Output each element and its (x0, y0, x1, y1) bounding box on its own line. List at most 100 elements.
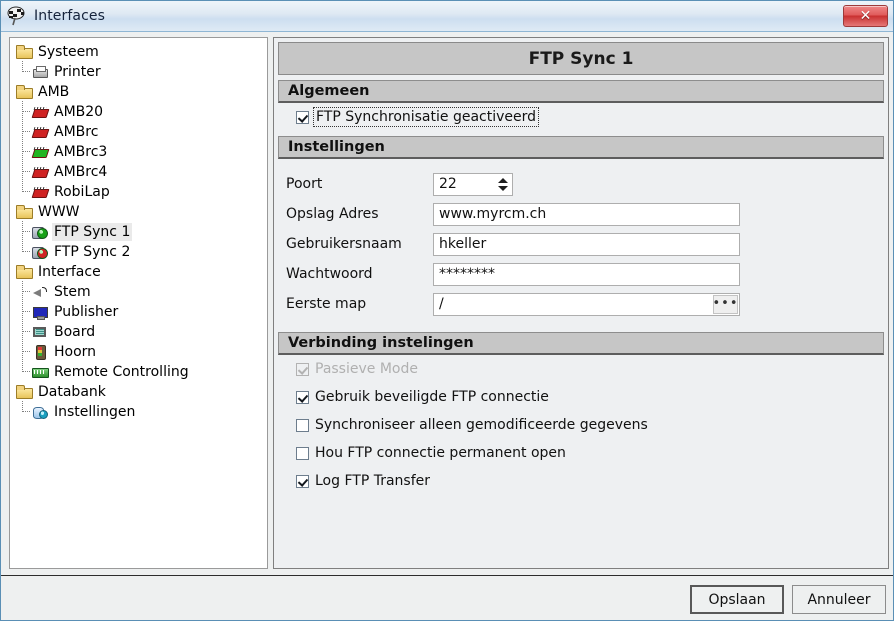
cancel-button[interactable]: Annuleer (792, 585, 886, 614)
label-gebruikersnaam: Gebruikersnaam (286, 236, 402, 252)
tree-item-label: AMBrc (54, 124, 99, 140)
folder-icon (16, 384, 33, 400)
tree-item-board[interactable]: Board (14, 321, 267, 342)
label-poort: Poort (286, 176, 323, 192)
label-eerste-map: Eerste map (286, 296, 367, 312)
traffic-light-icon (32, 344, 48, 360)
tree-items: Systeem Printer AMB AMB20 AMBrc AMBrc3 AMBrc4 R… (10, 38, 267, 422)
poort-stepper[interactable]: 22 (433, 172, 513, 196)
ftp-enabled-label: FTP Synchronisatie geactiveerd (312, 107, 540, 127)
close-glyph: ✕ (859, 8, 872, 24)
label-opslag-adres: Opslag Adres (286, 206, 379, 222)
tree-item-label: AMBrc3 (54, 144, 108, 160)
close-icon[interactable]: ✕ (843, 5, 888, 27)
chevron-up-icon[interactable] (497, 177, 508, 183)
folder-icon (16, 84, 33, 100)
option-checkbox-1[interactable] (296, 390, 309, 404)
field-row-eerste-map: Eerste map / ••• (274, 289, 888, 319)
dialog-footer: Opslaan Annuleer (1, 575, 893, 620)
option-checkbox-3[interactable] (296, 446, 309, 460)
poort-stepper-arrows[interactable] (494, 173, 511, 195)
tree-item-hoorn[interactable]: Hoorn (14, 341, 267, 362)
tree-item-label: AMBrc4 (54, 164, 108, 180)
tree-item-ambrc3[interactable]: AMBrc3 (14, 141, 267, 162)
tree-item-systeem[interactable]: Systeem (14, 42, 267, 62)
interfaces-tree[interactable]: Systeem Printer AMB AMB20 AMBrc AMBrc3 AMBrc4 R… (9, 37, 268, 569)
option-label-2: Synchroniseer alleen gemodificeerde gege… (315, 417, 648, 433)
page-title: FTP Sync 1 (278, 42, 884, 75)
option-row-4[interactable]: Log FTP Transfer (284, 467, 878, 495)
tree-item-ambrc4[interactable]: AMBrc4 (14, 161, 267, 182)
tree-item-label: FTP Sync 2 (54, 244, 131, 260)
window-title: Interfaces (34, 8, 105, 24)
option-row-0: Passieve Mode (284, 355, 878, 383)
printer-icon (32, 64, 48, 80)
option-checkbox-4[interactable] (296, 474, 309, 488)
tree-item-label: AMB (38, 84, 70, 100)
field-row-wachtwoord: Wachtwoord ******** (274, 259, 888, 289)
tree-item-printer[interactable]: Printer (14, 61, 267, 82)
tree-item-interface[interactable]: Interface (14, 262, 267, 282)
tree-item-www[interactable]: WWW (14, 202, 267, 222)
tree-item-label: AMB20 (54, 104, 104, 120)
folder-icon (16, 44, 33, 60)
tree-item-stem[interactable]: Stem (14, 281, 267, 302)
gebruikersnaam-input[interactable]: hkeller (433, 232, 740, 256)
tree-item-label: FTP Sync 1 (52, 223, 133, 241)
tree-item-label: Publisher (54, 304, 119, 320)
interfaces-icon (7, 6, 27, 26)
tree-item-robilap[interactable]: RobiLap (14, 181, 267, 202)
eerste-map-value: / (439, 296, 444, 312)
save-button[interactable]: Opslaan (690, 585, 784, 614)
chip-green-icon (32, 144, 48, 160)
chevron-down-icon[interactable] (497, 185, 508, 191)
folder-icon (16, 204, 33, 220)
tree-item-databank[interactable]: Databank (14, 382, 267, 402)
folder-icon (16, 264, 33, 280)
chip-red-icon (32, 164, 48, 180)
monitor-icon (32, 304, 48, 320)
tree-item-instellingen[interactable]: Instellingen (14, 401, 267, 422)
ftp-enabled-checkbox[interactable] (296, 110, 309, 124)
tree-item-ftp-sync-1[interactable]: FTP Sync 1 (14, 221, 267, 242)
detail-panel: FTP Sync 1 Algemeen FTP Synchronisatie g… (273, 37, 889, 569)
chip-red-icon (32, 104, 48, 120)
board-icon (32, 324, 48, 340)
tree-item-amb20[interactable]: AMB20 (14, 101, 267, 122)
tree-item-label: WWW (38, 204, 80, 220)
option-label-4: Log FTP Transfer (315, 473, 431, 489)
tree-item-label: Systeem (38, 44, 99, 60)
tree-item-ambrc[interactable]: AMBrc (14, 121, 267, 142)
interfaces-window: Interfaces ✕ Systeem Printer AMB AMB20 AMBrc… (0, 0, 894, 621)
field-row-gebruikersnaam: Gebruikersnaam hkeller (274, 229, 888, 259)
section-header-algemeen: Algemeen (278, 80, 884, 103)
browse-ellipsis-icon[interactable]: ••• (713, 294, 738, 314)
ftp-enabled-row[interactable]: FTP Synchronisatie geactiveerd (284, 103, 878, 131)
tree-item-ftp-sync-2[interactable]: FTP Sync 2 (14, 241, 267, 262)
tree-item-label: Board (54, 324, 96, 340)
tree-item-amb[interactable]: AMB (14, 82, 267, 102)
tree-item-label: Remote Controlling (54, 364, 189, 380)
section-header-instellingen: Instellingen (278, 136, 884, 159)
wachtwoord-input[interactable]: ******** (433, 262, 740, 286)
ftp-green-icon (32, 224, 48, 240)
eerste-map-input[interactable]: / ••• (433, 292, 740, 316)
option-row-2[interactable]: Synchroniseer alleen gemodificeerde gege… (284, 411, 878, 439)
tree-item-label: Interface (38, 264, 101, 280)
option-row-1[interactable]: Gebruik beveiligde FTP connectie (284, 383, 878, 411)
option-checkbox-2[interactable] (296, 418, 309, 432)
option-label-1: Gebruik beveiligde FTP connectie (315, 389, 549, 405)
section-body-instellingen: Poort 22 Opslag Adres www.myrcm.ch Gebru… (274, 159, 888, 327)
tree-item-label: Printer (54, 64, 101, 80)
opslag-adres-input[interactable]: www.myrcm.ch (433, 202, 740, 226)
ftp-red-icon (32, 244, 48, 260)
speaker-icon (32, 284, 48, 300)
chip-red-icon (32, 124, 48, 140)
section-header-verbinding: Verbinding instelingen (278, 332, 884, 355)
database-icon (32, 404, 48, 420)
tree-item-remote-controlling[interactable]: Remote Controlling (14, 361, 267, 382)
tree-item-publisher[interactable]: Publisher (14, 301, 267, 322)
label-wachtwoord: Wachtwoord (286, 266, 373, 282)
tree-item-label: Databank (38, 384, 106, 400)
option-row-3[interactable]: Hou FTP connectie permanent open (284, 439, 878, 467)
